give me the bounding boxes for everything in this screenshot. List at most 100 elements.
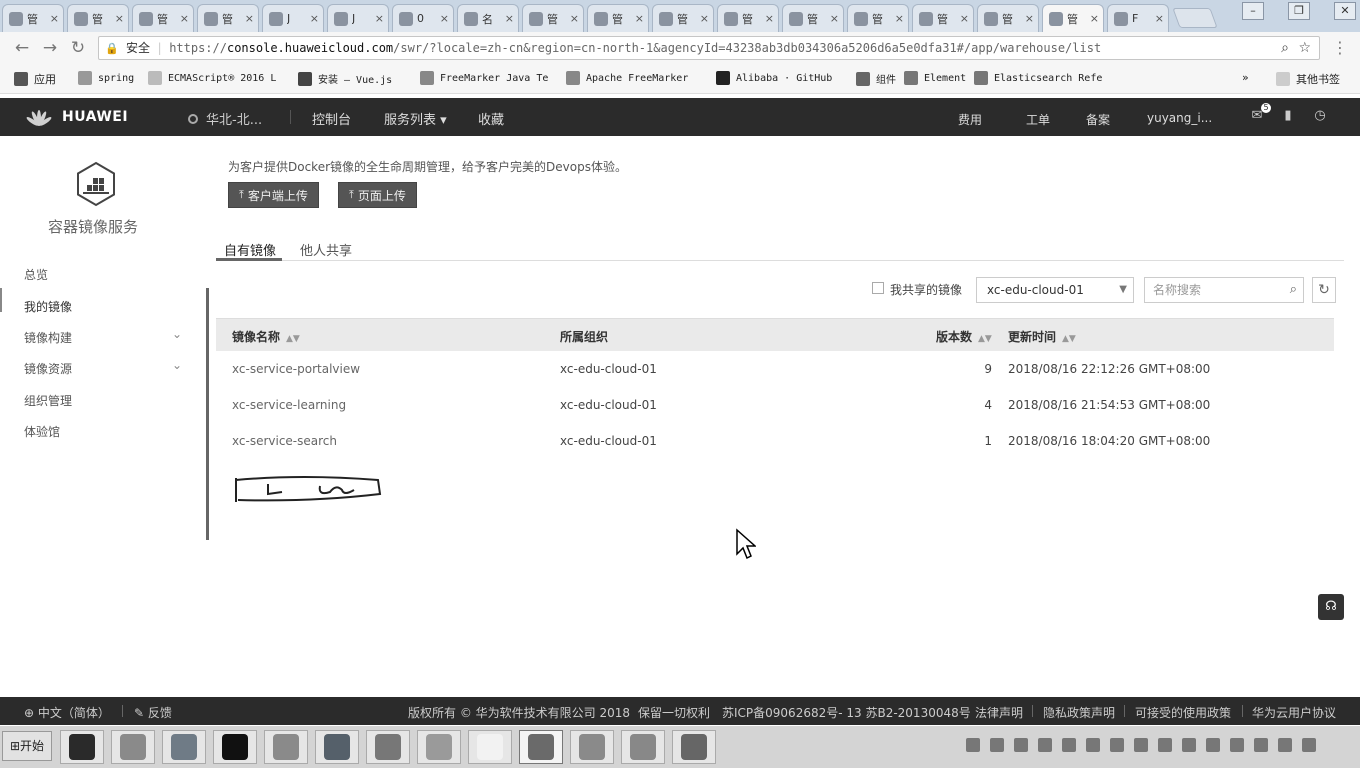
tab-close-icon[interactable]: × <box>570 12 579 25</box>
start-button[interactable]: ⊞开始 <box>2 731 52 761</box>
shared-by-me-checkbox[interactable] <box>872 282 884 294</box>
message-icon[interactable]: ✉ 5 <box>1249 103 1271 124</box>
browser-tab[interactable]: J × <box>262 4 324 32</box>
stats-icon[interactable]: ▮ <box>1280 108 1296 124</box>
tab-close-icon[interactable]: × <box>895 12 904 25</box>
browser-tab[interactable]: 管 × <box>132 4 194 32</box>
browser-tab[interactable]: 管 × <box>912 4 974 32</box>
close-window-icon[interactable]: ✕ <box>1334 2 1356 20</box>
tab-own-images[interactable]: 自有镜像 <box>224 240 276 259</box>
tray-icon[interactable] <box>1254 738 1268 752</box>
taskbar-app[interactable] <box>519 730 563 764</box>
tab-close-icon[interactable]: × <box>830 12 839 25</box>
sidebar-item[interactable]: 镜像构建 ⌄ <box>24 327 188 346</box>
taskbar-app[interactable] <box>468 730 512 764</box>
tray-icon[interactable] <box>1278 738 1292 752</box>
bookmark-item[interactable]: ECMAScript® 2016 L <box>148 71 276 85</box>
taskbar-app[interactable] <box>111 730 155 764</box>
zoom-icon[interactable]: ⌕ <box>1281 37 1289 59</box>
browser-tab[interactable]: 管 × <box>587 4 649 32</box>
browser-tab[interactable]: 管 × <box>652 4 714 32</box>
bookmark-item[interactable]: FreeMarker Java Te <box>420 71 548 85</box>
browser-tab[interactable]: 管 × <box>847 4 909 32</box>
tab-close-icon[interactable]: × <box>310 12 319 25</box>
other-bookmarks[interactable]: 其他书签 <box>1276 71 1340 87</box>
forward-icon[interactable]: → <box>40 38 60 58</box>
tab-close-icon[interactable]: × <box>245 12 254 25</box>
tray-icon[interactable] <box>1302 738 1316 752</box>
clock-icon[interactable]: ◷ <box>1312 108 1328 124</box>
tray-icon[interactable] <box>1182 738 1196 752</box>
refresh-button[interactable]: ↻ <box>1312 277 1336 303</box>
browser-tab[interactable]: 名 × <box>457 4 519 32</box>
browser-tab[interactable]: 管 × <box>522 4 584 32</box>
tab-close-icon[interactable]: × <box>115 12 124 25</box>
client-upload-button[interactable]: ⤒ 客户端上传 <box>228 182 319 208</box>
sidebar-item[interactable]: 组织管理 <box>24 392 188 409</box>
nav-filing[interactable]: 备案 <box>1086 111 1110 128</box>
organization-select[interactable]: xc-edu-cloud-01 ▼ <box>976 277 1134 303</box>
tab-close-icon[interactable]: × <box>635 12 644 25</box>
nav-tickets[interactable]: 工单 <box>1026 111 1050 128</box>
bookmark-item[interactable]: 组件 <box>856 71 896 86</box>
page-upload-button[interactable]: ⤒ 页面上传 <box>338 182 417 208</box>
browser-tab[interactable]: 管 × <box>717 4 779 32</box>
minimize-icon[interactable]: – <box>1242 2 1264 20</box>
tray-icon[interactable] <box>990 738 1004 752</box>
tab-close-icon[interactable]: × <box>700 12 709 25</box>
browser-tab[interactable]: 管 × <box>67 4 129 32</box>
tray-icon[interactable] <box>1062 738 1076 752</box>
taskbar-app[interactable] <box>621 730 665 764</box>
back-icon[interactable]: ← <box>12 38 32 58</box>
browser-tab[interactable]: 管 × <box>977 4 1039 32</box>
nav-service-list[interactable]: 服务列表 ▾ <box>384 109 447 128</box>
browser-tab[interactable]: 管 × <box>1042 4 1104 32</box>
region-selector[interactable]: 华北-北... <box>188 109 262 128</box>
user-menu[interactable]: yuyang_i... <box>1147 111 1212 125</box>
sidebar-item[interactable]: 总览 <box>24 266 188 283</box>
nav-billing[interactable]: 费用 <box>958 111 982 128</box>
tray-icon[interactable] <box>1206 738 1220 752</box>
tab-close-icon[interactable]: × <box>440 12 449 25</box>
tab-close-icon[interactable]: × <box>1025 12 1034 25</box>
bookmark-item[interactable]: Alibaba · GitHub <box>716 71 832 85</box>
taskbar-app[interactable] <box>366 730 410 764</box>
browser-tab[interactable]: 管 × <box>782 4 844 32</box>
tab-close-icon[interactable]: × <box>1155 12 1164 25</box>
taskbar-app[interactable] <box>570 730 614 764</box>
tray-icon[interactable] <box>1038 738 1052 752</box>
address-bar[interactable]: 🔒 安全 | https://console.huaweicloud.com/swr… <box>98 36 1320 60</box>
tray-icon[interactable] <box>1110 738 1124 752</box>
image-name-link[interactable]: xc-service-portalview <box>232 362 360 376</box>
sidebar-scrollbar[interactable] <box>206 288 209 540</box>
bookmark-star-icon[interactable]: ☆ <box>1298 37 1311 59</box>
tab-close-icon[interactable]: × <box>1090 12 1099 25</box>
taskbar-app[interactable] <box>264 730 308 764</box>
sidebar-item[interactable]: 体验馆 <box>24 423 188 440</box>
name-search-input[interactable]: 名称搜索 ⌕ <box>1144 277 1304 303</box>
bookmark-item[interactable]: 安装 — Vue.js <box>298 71 392 86</box>
col-image-name[interactable]: 镜像名称 ▲▼ <box>232 328 300 345</box>
new-tab-button[interactable] <box>1172 8 1218 28</box>
taskbar-app[interactable] <box>213 730 257 764</box>
taskbar-app[interactable] <box>672 730 716 764</box>
bookmark-item[interactable]: Element <box>904 71 966 85</box>
tab-close-icon[interactable]: × <box>375 12 384 25</box>
reload-icon[interactable]: ↻ <box>68 38 88 58</box>
browser-tab[interactable]: F × <box>1107 4 1169 32</box>
tab-close-icon[interactable]: × <box>180 12 189 25</box>
browser-menu-icon[interactable]: ⋮ <box>1330 38 1350 58</box>
tray-icon[interactable] <box>1014 738 1028 752</box>
image-name-link[interactable]: xc-service-search <box>232 434 337 448</box>
tab-close-icon[interactable]: × <box>765 12 774 25</box>
col-updated-time[interactable]: 更新时间 ▲▼ <box>1008 328 1076 345</box>
tray-icon[interactable] <box>966 738 980 752</box>
taskbar-app[interactable] <box>162 730 206 764</box>
support-headset-icon[interactable]: ☊ <box>1318 594 1344 620</box>
tab-close-icon[interactable]: × <box>960 12 969 25</box>
bookmark-item[interactable]: spring <box>78 71 134 85</box>
browser-tab[interactable]: J × <box>327 4 389 32</box>
tray-icon[interactable] <box>1158 738 1172 752</box>
search-icon[interactable]: ⌕ <box>1290 278 1297 302</box>
nav-console[interactable]: 控制台 <box>312 109 351 128</box>
